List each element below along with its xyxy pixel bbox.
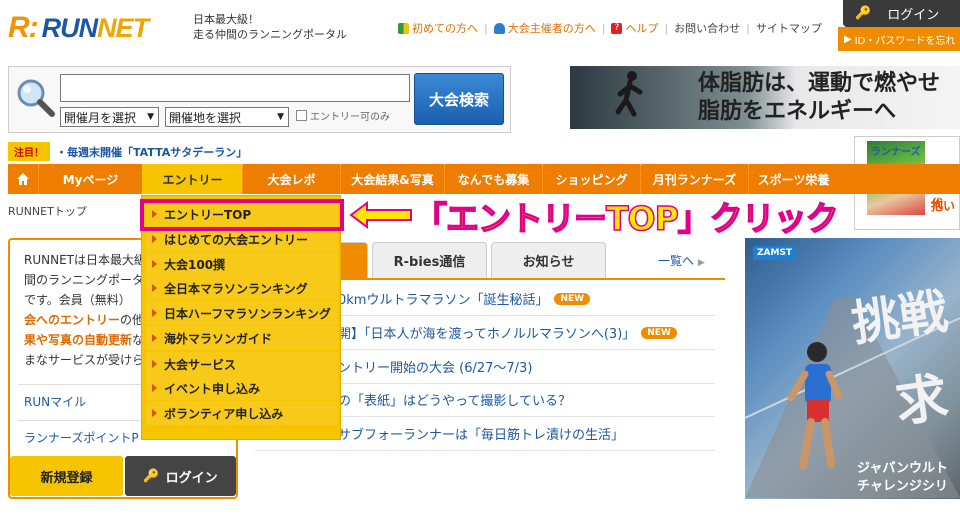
entry-dropdown-menu: エントリーTOP はじめての大会エントリー 大会100撰 全日本マラソンランキン… (141, 195, 341, 440)
nav-runners-magazine[interactable]: 月刊ランナーズ (640, 164, 748, 194)
search-icon (17, 79, 55, 117)
chevron-down-icon: ▼ (147, 112, 154, 122)
nav-results-photos[interactable]: 大会結果&写真 (340, 164, 444, 194)
tagline: 日本最大級！ 走る仲間のランニングポータル (193, 13, 347, 41)
new-badge: NEW (554, 292, 591, 305)
runners-point-link[interactable]: ランナーズポイントP (24, 429, 139, 446)
place-select[interactable]: 開催地を選択 ▼ (165, 107, 289, 127)
link-first-time[interactable]: 初めての方へ (412, 20, 478, 36)
arrow-circle-icon: ▶ (844, 33, 852, 45)
new-badge: NEW (641, 326, 677, 339)
nav-sports-nutrition[interactable]: スポーツ栄養 (748, 164, 838, 194)
more-link[interactable]: 一覧へ ▶ (658, 252, 705, 269)
link-contact[interactable]: お問い合わせ (674, 20, 740, 36)
search-input[interactable] (60, 74, 410, 102)
race-ad[interactable]: ZAMST 挑戦 求 ジャパンウルト チャレンジシリ (745, 238, 960, 499)
link-organizer[interactable]: 大会主催者の方へ (508, 20, 596, 36)
menu-item-marathon-ranking[interactable]: 全日本マラソンランキング (146, 276, 338, 300)
runner-icon (787, 342, 843, 470)
logo-wordmark: RUNNET (41, 12, 150, 43)
nav-recruit[interactable]: なんでも募集 (444, 164, 542, 194)
home-button[interactable] (8, 164, 38, 194)
beginner-icon (398, 22, 409, 34)
menu-item-volunteer-apply[interactable]: ボランティア申し込み (146, 401, 338, 425)
link-sitemap[interactable]: サイトマップ (756, 20, 822, 36)
main-nav: Myページ エントリー 大会レポ 大会結果&写真 なんでも募集 ショッピング 月… (8, 164, 960, 194)
ad-banner[interactable]: 体脂肪は、運動で燃やせ 脂肪をエネルギーへ (570, 66, 960, 129)
ad-caption: ジャパンウルト チャレンジシリ (857, 461, 949, 494)
logo-mark: R: (8, 11, 39, 44)
search-button[interactable]: 大会検索 (414, 73, 504, 125)
runnet-logo[interactable]: R: RUNNET (8, 8, 188, 48)
brand-logo: ZAMST (753, 246, 797, 260)
ad-kanji: 求 (891, 366, 952, 435)
forgot-id-password-link[interactable]: ▶ ID・パスワードを忘れ (838, 27, 960, 51)
banner-text: 体脂肪は、運動で燃やせ 脂肪をエネルギーへ (698, 71, 941, 124)
tab-rbies[interactable]: R-bies通信 (372, 242, 487, 278)
organizer-icon (493, 22, 505, 34)
key-icon: 🔑 (855, 6, 872, 21)
nav-mypage[interactable]: Myページ (38, 164, 142, 194)
month-select[interactable]: 開催月を選択 ▼ (60, 107, 159, 127)
menu-item-event-apply[interactable]: イベント申し込み (146, 376, 338, 400)
chevron-down-icon: ▼ (277, 112, 284, 122)
top-links: 初めての方へ | 大会主催者の方へ | ? ヘルプ | お問い合わせ | サイト… (398, 20, 822, 36)
notice-bar: 注目！ ・毎週末開催「TATTAサタデーラン」 (8, 142, 247, 161)
annotation-callout: 「エントリーTOP」クリック (413, 198, 839, 239)
header-login-button[interactable]: 🔑 ログイン (843, 0, 960, 27)
menu-item-half-ranking[interactable]: 日本ハーフマラソンランキング (146, 301, 338, 325)
menu-item-race-service[interactable]: 大会サービス (146, 352, 338, 376)
nav-shopping[interactable]: ショッピング (542, 164, 640, 194)
login-button[interactable]: 🔑 ログイン (125, 456, 236, 496)
nav-entry[interactable]: エントリー (142, 164, 242, 194)
ad-kanji: 挑戦 (848, 283, 952, 353)
checkbox[interactable] (296, 110, 307, 121)
runmile-link[interactable]: RUNマイル (24, 393, 86, 410)
help-icon: ? (611, 22, 623, 34)
highlight-box (140, 199, 344, 231)
menu-item-overseas-guide[interactable]: 海外マラソンガイド (146, 326, 338, 350)
register-button[interactable]: 新規登録 (10, 456, 123, 496)
link-help[interactable]: ヘルプ (625, 20, 658, 36)
chevron-right-icon: ▶ (697, 258, 705, 268)
entry-only-checkbox[interactable]: エントリー可のみ (296, 108, 390, 123)
home-icon (17, 173, 29, 185)
tab-notices[interactable]: お知らせ (491, 242, 606, 278)
notice-link[interactable]: ・毎週末開催「TATTAサタデーラン」 (56, 144, 247, 160)
notice-tag: 注目！ (8, 142, 50, 161)
runner-silhouette (615, 71, 643, 117)
breadcrumb[interactable]: RUNNETトップ (8, 203, 87, 219)
nav-race-report[interactable]: 大会レポ (242, 164, 340, 194)
key-icon: 🔑 (143, 468, 160, 484)
menu-item-race-100[interactable]: 大会100撰 (146, 252, 338, 276)
arrow-left-icon (349, 201, 412, 229)
